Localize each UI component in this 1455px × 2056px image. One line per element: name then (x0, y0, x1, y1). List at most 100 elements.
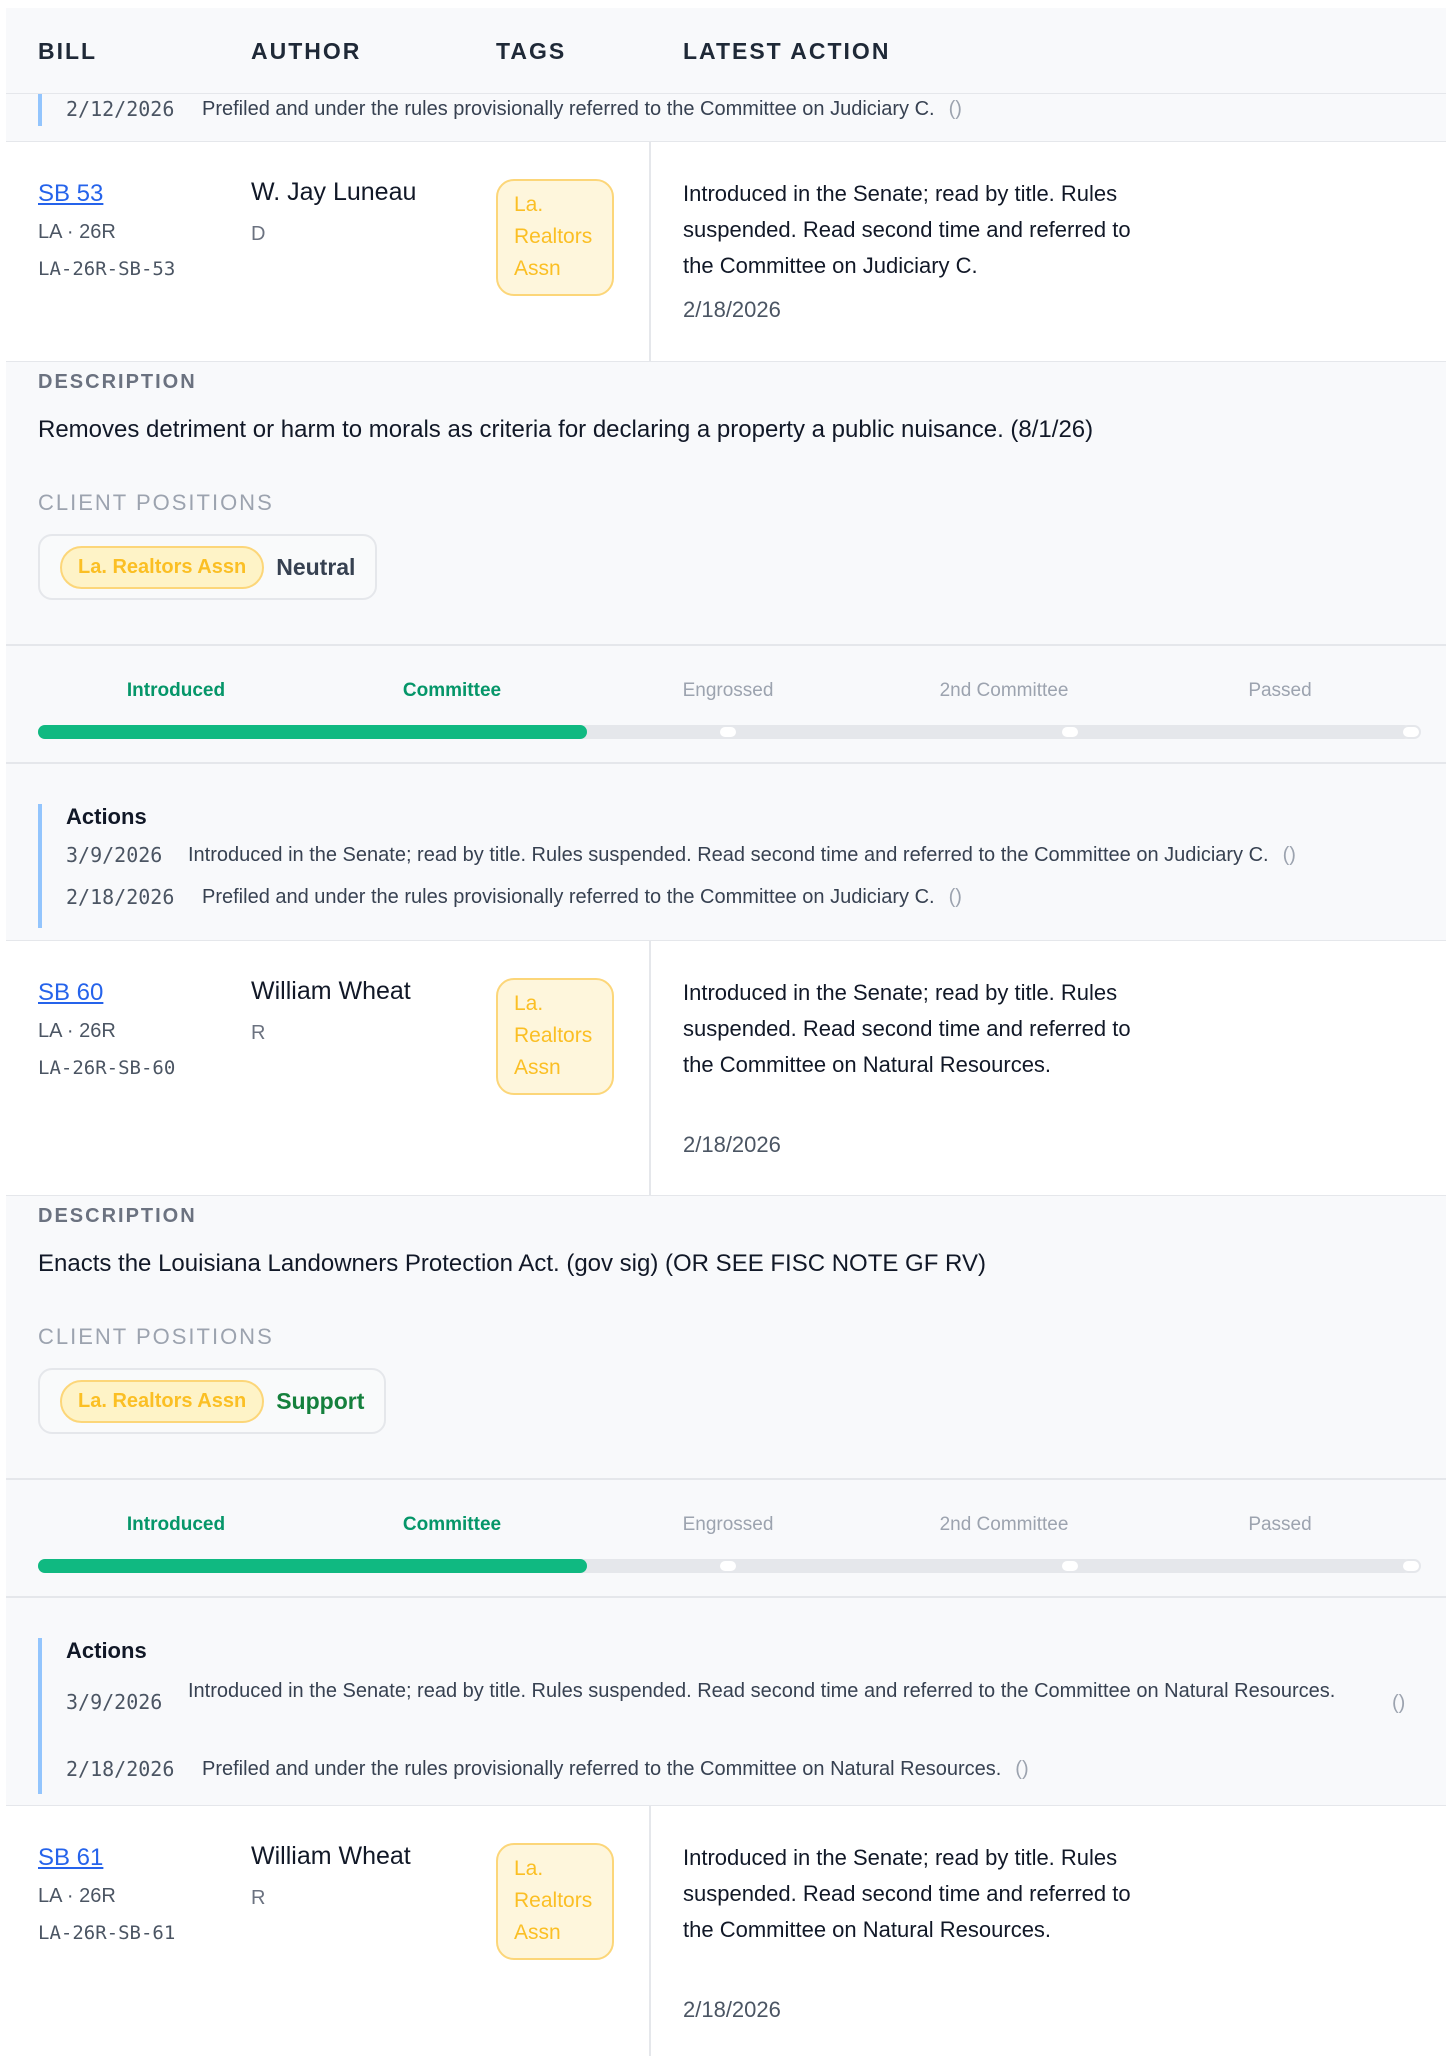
stage-introduced: Introduced (126, 680, 226, 701)
bill-session: LA · 26R (38, 221, 116, 243)
bill-identifier: LA-26R-SB-60 (38, 1057, 176, 1079)
table-row[interactable]: SB 60 LA · 26R LA-26R-SB-60 William Whea… (6, 940, 1446, 1196)
client-badge[interactable]: La. Realtors Assn (60, 545, 265, 589)
stage-committee: Committee (402, 680, 502, 701)
column-header-tags[interactable]: TAGS (496, 38, 566, 65)
bill-session: LA · 26R (38, 1885, 116, 1907)
bill-details: DESCRIPTION Enacts the Louisiana Landown… (6, 1196, 1446, 1478)
description-text: Enacts the Louisiana Landowners Protecti… (38, 1250, 986, 1277)
client-positions-label: CLIENT POSITIONS (38, 1324, 274, 1349)
column-header-author[interactable]: AUTHOR (251, 38, 361, 65)
client-position-card: La. Realtors Assn Neutral (38, 534, 378, 600)
latest-action-date: 2/18/2026 (683, 297, 781, 322)
tag-badge[interactable]: La. Realtors Assn (496, 1843, 614, 1960)
latest-action-text: Introduced in the Senate; read by title.… (683, 1845, 1131, 1942)
stage-marker (1401, 1559, 1421, 1573)
action-item: 2/18/2026 Prefiled and under the rules p… (66, 882, 1436, 912)
bill-identifier: LA-26R-SB-53 (38, 258, 176, 280)
stage-marker (1060, 725, 1080, 739)
tag-badge[interactable]: La. Realtors Assn (496, 179, 614, 296)
description-label: DESCRIPTION (38, 371, 197, 393)
action-source-link[interactable]: () (1392, 1692, 1405, 1715)
position-status: Support (276, 1387, 365, 1414)
bill-details: DESCRIPTION Removes detriment or harm to… (6, 362, 1446, 644)
action-item: 2/18/2026 Prefiled and under the rules p… (66, 1754, 1436, 1784)
progress-tracker: Introduced Committee Engrossed 2nd Commi… (6, 1478, 1446, 1598)
table-header: BILL AUTHOR TAGS LATEST ACTION (6, 8, 1446, 94)
client-position-card: La. Realtors Assn Support (38, 1368, 387, 1434)
stage-engrossed: Engrossed (682, 1514, 774, 1535)
bill-link[interactable]: SB 60 (38, 979, 103, 1007)
author-party: R (251, 1022, 266, 1044)
latest-action-text: Introduced in the Senate; read by title.… (683, 980, 1131, 1077)
author-party: D (251, 223, 266, 245)
stage-marker (1060, 1559, 1080, 1573)
actions-heading: Actions (66, 804, 147, 829)
progress-fill (38, 1559, 588, 1573)
stage-2nd-committee: 2nd Committee (939, 1514, 1069, 1535)
action-source-link[interactable]: () (949, 98, 962, 121)
bill-link[interactable]: SB 61 (38, 1844, 103, 1872)
column-divider (649, 1806, 651, 2056)
bill-author: W. Jay Luneau (251, 178, 417, 206)
actions-panel: Actions 3/9/2026 Introduced in the Senat… (6, 764, 1446, 940)
bill-identifier: LA-26R-SB-61 (38, 1922, 176, 1944)
stage-2nd-committee: 2nd Committee (939, 680, 1069, 701)
progress-tracker: Introduced Committee Engrossed 2nd Commi… (6, 644, 1446, 764)
position-status: Neutral (276, 553, 356, 580)
stage-introduced: Introduced (126, 1514, 226, 1535)
author-party: R (251, 1887, 266, 1909)
actions-list: Actions 3/9/2026 Introduced in the Senat… (38, 804, 1296, 928)
table-row[interactable]: SB 53 LA · 26R LA-26R-SB-53 W. Jay Lunea… (6, 142, 1446, 362)
stage-marker (718, 1559, 738, 1573)
action-date: 3/9/2026 (66, 1690, 163, 1714)
description-text: Removes detriment or harm to morals as c… (38, 416, 1094, 443)
action-date: 2/12/2026 (66, 97, 175, 121)
action-date: 3/9/2026 (66, 843, 163, 867)
actions-panel: Actions 3/9/2026 Introduced in the Senat… (6, 1598, 1446, 1806)
stage-passed: Passed (1248, 1514, 1312, 1535)
action-source-link[interactable]: () (1015, 1758, 1028, 1781)
action-text: Prefiled and under the rules provisional… (202, 1758, 1002, 1780)
previous-actions-panel: 2/12/2026 Prefiled and under the rules p… (6, 94, 1446, 142)
action-item: 2/12/2026 Prefiled and under the rules p… (66, 94, 1436, 124)
stage-marker (1401, 725, 1421, 739)
action-text: Prefiled and under the rules provisional… (202, 886, 935, 908)
action-date: 2/18/2026 (66, 1757, 175, 1781)
progress-track (38, 725, 1421, 739)
column-header-bill[interactable]: BILL (38, 38, 97, 65)
description-label: DESCRIPTION (38, 1205, 197, 1227)
bill-link[interactable]: SB 53 (38, 180, 103, 208)
actions-list: 2/12/2026 Prefiled and under the rules p… (38, 94, 962, 126)
column-header-latest-action[interactable]: LATEST ACTION (683, 38, 890, 65)
stage-passed: Passed (1248, 680, 1312, 701)
bill-author: William Wheat (251, 977, 411, 1005)
client-positions-label: CLIENT POSITIONS (38, 490, 274, 515)
action-text: Prefiled and under the rules provisional… (202, 98, 935, 120)
column-divider (649, 941, 651, 1195)
stage-engrossed: Engrossed (682, 680, 774, 701)
action-source-link[interactable]: () (949, 886, 962, 909)
action-text: Introduced in the Senate; read by title.… (188, 844, 1269, 866)
action-date: 2/18/2026 (66, 885, 175, 909)
actions-list: Actions 3/9/2026 Introduced in the Senat… (38, 1638, 1405, 1794)
stage-marker (718, 725, 738, 739)
latest-action-date: 2/18/2026 (683, 1997, 781, 2022)
action-item: 3/9/2026 Introduced in the Senate; read … (66, 1676, 1436, 1715)
actions-heading: Actions (66, 1638, 147, 1663)
client-badge[interactable]: La. Realtors Assn (60, 1379, 265, 1423)
bills-table: BILL AUTHOR TAGS LATEST ACTION 2/12/2026… (6, 8, 1446, 2056)
table-row[interactable]: SB 61 LA · 26R LA-26R-SB-61 William Whea… (6, 1806, 1446, 2056)
action-text: Introduced in the Senate; read by title.… (188, 1680, 1336, 1702)
progress-track (38, 1559, 1421, 1573)
stage-committee: Committee (402, 1514, 502, 1535)
bill-session: LA · 26R (38, 1020, 116, 1042)
bill-author: William Wheat (251, 1842, 411, 1870)
progress-fill (38, 725, 588, 739)
action-source-link[interactable]: () (1283, 844, 1296, 867)
column-divider (649, 142, 651, 361)
action-item: 3/9/2026 Introduced in the Senate; read … (66, 840, 1436, 870)
latest-action-date: 2/18/2026 (683, 1132, 781, 1157)
tag-badge[interactable]: La. Realtors Assn (496, 978, 614, 1095)
latest-action-text: Introduced in the Senate; read by title.… (683, 181, 1131, 278)
